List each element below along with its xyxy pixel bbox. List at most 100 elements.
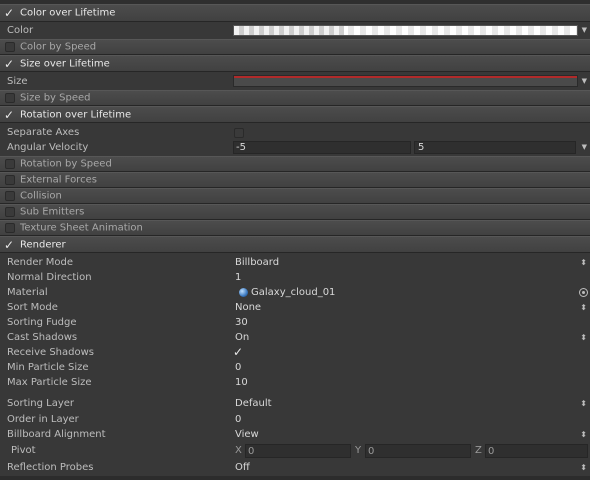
cast-shadows-label: Cast Shadows xyxy=(7,332,78,343)
reflection-probes-row[interactable]: Reflection Probes Off ⬍ xyxy=(0,460,590,475)
dropdown-arrows-icon[interactable]: ⬍ xyxy=(580,427,587,442)
pivot-z-field[interactable]: 0 xyxy=(485,444,588,458)
module-header-sub-emitters[interactable]: Sub Emitters xyxy=(0,204,590,220)
module-title: Size by Speed xyxy=(20,92,91,104)
color-gradient-field[interactable] xyxy=(233,25,578,36)
checkmark-icon[interactable]: ✓ xyxy=(4,7,14,19)
pivot-x-value: 0 xyxy=(248,446,255,457)
render-mode-dropdown[interactable]: Billboard xyxy=(235,255,279,270)
angular-velocity-row: Angular Velocity -5 5 ▼ xyxy=(0,140,590,155)
chevron-down-icon[interactable]: ▼ xyxy=(582,74,587,89)
dropdown-arrows-icon[interactable]: ⬍ xyxy=(580,460,587,475)
angular-velocity-max-value: 5 xyxy=(418,142,425,153)
module-header-color-by-speed[interactable]: Color by Speed xyxy=(0,39,590,55)
module-title: Collision xyxy=(20,190,62,202)
dropdown-arrows-icon[interactable]: ⬍ xyxy=(580,330,587,345)
pivot-y-value: 0 xyxy=(368,446,375,457)
billboard-alignment-row[interactable]: Billboard Alignment View ⬍ xyxy=(0,427,590,442)
module-header-texture-sheet-animation[interactable]: Texture Sheet Animation xyxy=(0,220,590,236)
checkbox[interactable] xyxy=(5,175,15,185)
render-mode-label: Render Mode xyxy=(7,257,74,268)
checkbox[interactable] xyxy=(5,191,15,201)
module-header-color-over-lifetime[interactable]: ✓ Color over Lifetime xyxy=(0,4,590,22)
checkbox[interactable] xyxy=(5,207,15,217)
module-header-size-by-speed[interactable]: Size by Speed xyxy=(0,90,590,106)
module-header-renderer[interactable]: ✓ Renderer xyxy=(0,236,590,253)
module-header-collision[interactable]: Collision xyxy=(0,188,590,204)
order-in-layer-label: Order in Layer xyxy=(7,414,79,425)
pivot-x-label: X xyxy=(235,445,242,456)
material-row: Material Galaxy_cloud_01 xyxy=(0,285,590,300)
max-particle-size-label: Max Particle Size xyxy=(7,377,92,388)
material-label: Material xyxy=(7,287,48,298)
cast-shadows-row[interactable]: Cast Shadows On ⬍ xyxy=(0,330,590,345)
separate-axes-label: Separate Axes xyxy=(7,127,80,138)
max-particle-size-field[interactable]: 10 xyxy=(235,375,248,390)
sort-mode-dropdown[interactable]: None xyxy=(235,300,261,315)
checkmark-icon[interactable]: ✓ xyxy=(4,108,14,120)
chevron-down-icon[interactable]: ▼ xyxy=(582,140,587,155)
reflection-probes-dropdown[interactable]: Off xyxy=(235,460,250,475)
checkmark-icon[interactable]: ✓ xyxy=(4,57,14,69)
sort-mode-row[interactable]: Sort Mode None ⬍ xyxy=(0,300,590,315)
size-label: Size xyxy=(7,76,28,87)
material-field[interactable]: Galaxy_cloud_01 xyxy=(251,285,335,300)
color-row: Color ▼ xyxy=(0,23,590,38)
billboard-alignment-label: Billboard Alignment xyxy=(7,429,106,440)
min-particle-size-field[interactable]: 0 xyxy=(235,360,241,375)
pivot-label: Pivot xyxy=(11,445,36,456)
module-title: Rotation by Speed xyxy=(20,158,112,170)
checkbox[interactable] xyxy=(5,159,15,169)
size-curve-field[interactable] xyxy=(233,75,578,87)
checkbox[interactable] xyxy=(5,42,15,52)
pivot-y-label: Y xyxy=(355,445,362,456)
module-title: Texture Sheet Animation xyxy=(20,222,143,234)
pivot-x-field[interactable]: 0 xyxy=(245,444,351,458)
bottom-edge xyxy=(0,476,590,480)
angular-velocity-min-value: -5 xyxy=(236,142,246,153)
dropdown-arrows-icon[interactable]: ⬍ xyxy=(580,255,587,270)
pivot-z-value: 0 xyxy=(488,446,495,457)
angular-velocity-max-field[interactable]: 5 xyxy=(414,141,576,154)
sphere-icon xyxy=(239,288,248,297)
angular-velocity-min-field[interactable]: -5 xyxy=(233,141,411,154)
pivot-z-label: Z xyxy=(475,445,482,456)
normal-direction-field[interactable]: 1 xyxy=(235,270,241,285)
module-header-external-forces[interactable]: External Forces xyxy=(0,172,590,188)
checkmark-icon[interactable]: ✓ xyxy=(233,345,243,360)
dropdown-arrows-icon[interactable]: ⬍ xyxy=(580,300,587,315)
reflection-probes-label: Reflection Probes xyxy=(7,462,94,473)
receive-shadows-label: Receive Shadows xyxy=(7,347,94,358)
receive-shadows-row: Receive Shadows ✓ xyxy=(0,345,590,360)
module-title: Renderer xyxy=(20,239,66,250)
dropdown-arrows-icon[interactable]: ⬍ xyxy=(580,396,587,411)
module-header-size-over-lifetime[interactable]: ✓ Size over Lifetime xyxy=(0,55,590,72)
checkbox[interactable] xyxy=(5,223,15,233)
chevron-down-icon[interactable]: ▼ xyxy=(582,23,587,38)
checkbox[interactable] xyxy=(5,93,15,103)
pivot-row: Pivot X 0 Y 0 Z 0 xyxy=(0,443,590,459)
normal-direction-label: Normal Direction xyxy=(7,272,92,283)
billboard-alignment-dropdown[interactable]: View xyxy=(235,427,259,442)
module-title: Sub Emitters xyxy=(20,206,85,218)
module-title: Size over Lifetime xyxy=(20,58,110,69)
sorting-layer-dropdown[interactable]: Default xyxy=(235,396,272,411)
cast-shadows-dropdown[interactable]: On xyxy=(235,330,249,345)
min-particle-size-label: Min Particle Size xyxy=(7,362,89,373)
size-row: Size ▼ xyxy=(0,74,590,89)
target-circle-icon[interactable] xyxy=(579,288,588,297)
normal-direction-row: Normal Direction 1 xyxy=(0,270,590,285)
sort-mode-label: Sort Mode xyxy=(7,302,58,313)
sorting-fudge-field[interactable]: 30 xyxy=(235,315,248,330)
sorting-layer-label: Sorting Layer xyxy=(7,398,75,409)
angular-velocity-label: Angular Velocity xyxy=(7,142,89,153)
module-header-rotation-by-speed[interactable]: Rotation by Speed xyxy=(0,156,590,172)
pivot-y-field[interactable]: 0 xyxy=(365,444,471,458)
separate-axes-checkbox[interactable] xyxy=(234,127,244,138)
order-in-layer-row: Order in Layer 0 xyxy=(0,412,590,427)
checkmark-icon[interactable]: ✓ xyxy=(4,238,14,250)
module-header-rotation-over-lifetime[interactable]: ✓ Rotation over Lifetime xyxy=(0,106,590,123)
render-mode-row[interactable]: Render Mode Billboard ⬍ xyxy=(0,255,590,270)
sorting-layer-row[interactable]: Sorting Layer Default ⬍ xyxy=(0,396,590,411)
order-in-layer-field[interactable]: 0 xyxy=(235,412,241,427)
